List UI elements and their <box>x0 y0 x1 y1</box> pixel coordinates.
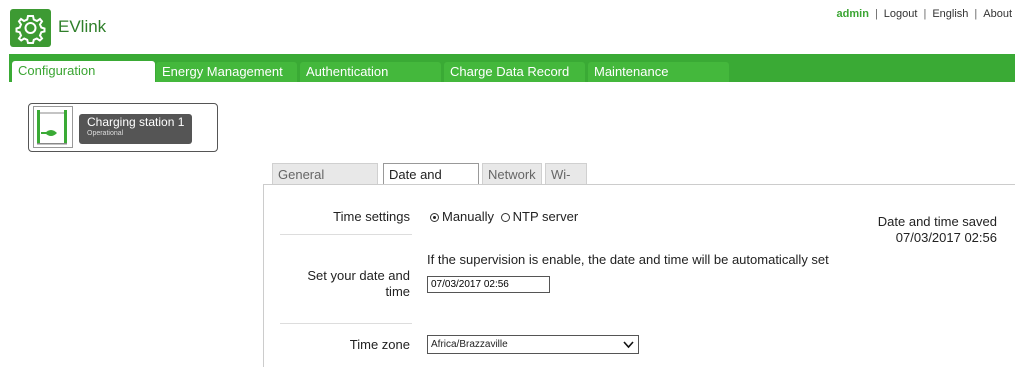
ev-charger-icon <box>33 106 73 148</box>
chevron-down-icon <box>623 341 634 349</box>
main-tab-bar: Configuration Energy Management Authenti… <box>9 54 1015 82</box>
tab-general-settings[interactable]: General Settings <box>272 163 378 203</box>
tab-authentication[interactable]: Authentication <box>300 62 441 82</box>
language-link[interactable]: English <box>932 8 968 20</box>
set-date-label-line2: time <box>385 284 410 299</box>
ntp-radio[interactable] <box>500 213 510 222</box>
date-time-input[interactable] <box>427 276 550 293</box>
separator: | <box>923 8 927 20</box>
gear-icon <box>15 15 46 44</box>
tab-charge-data-record[interactable]: Charge Data Record <box>444 62 585 82</box>
time-settings-label: Time settings <box>333 209 410 224</box>
timezone-select[interactable]: Africa/Brazzaville <box>427 335 639 354</box>
tab-network[interactable]: Network <box>482 163 542 184</box>
ntp-option-label: NTP server <box>512 209 579 224</box>
evlink-logo <box>10 9 51 47</box>
about-link[interactable]: About <box>983 8 1012 20</box>
supervision-note: If the supervision is enable, the date a… <box>427 252 829 267</box>
manual-option[interactable]: Manually <box>430 209 494 224</box>
user-link[interactable]: admin <box>837 8 869 20</box>
time-mode-options: Manually NTP server <box>430 209 578 224</box>
timezone-label: Time zone <box>349 337 410 352</box>
manual-radio[interactable] <box>430 213 439 222</box>
saved-value: 07/03/2017 02:56 <box>895 230 997 245</box>
divider <box>280 234 412 235</box>
station-status: Operational <box>87 130 124 137</box>
tab-energy-management[interactable]: Energy Management <box>156 62 297 82</box>
set-date-label: Set your date and time <box>280 268 410 300</box>
top-links: admin | Logout | English | About <box>837 8 1012 20</box>
set-date-label-line1: Set your date and <box>307 268 410 283</box>
date-time-saved-status: Date and time saved 07/03/2017 02:56 <box>878 214 997 246</box>
saved-title: Date and time saved <box>877 214 997 229</box>
tab-maintenance[interactable]: Maintenance <box>588 62 729 82</box>
divider <box>280 323 412 324</box>
manual-option-label: Manually <box>442 209 495 224</box>
tab-wifi[interactable]: Wi-Fi <box>545 163 587 203</box>
timezone-value: Africa/Brazzaville <box>431 339 508 350</box>
ntp-option[interactable]: NTP server <box>498 209 579 224</box>
station-label[interactable]: Charging station 1 Operational <box>79 114 192 144</box>
separator: | <box>974 8 978 20</box>
station-name: Charging station 1 <box>87 115 185 129</box>
tab-date-and-time[interactable]: Date and Time <box>383 163 479 203</box>
tab-configuration[interactable]: Configuration <box>12 61 155 82</box>
separator: | <box>874 8 878 20</box>
app-name: EVlink <box>58 17 107 36</box>
logout-link[interactable]: Logout <box>884 8 918 20</box>
